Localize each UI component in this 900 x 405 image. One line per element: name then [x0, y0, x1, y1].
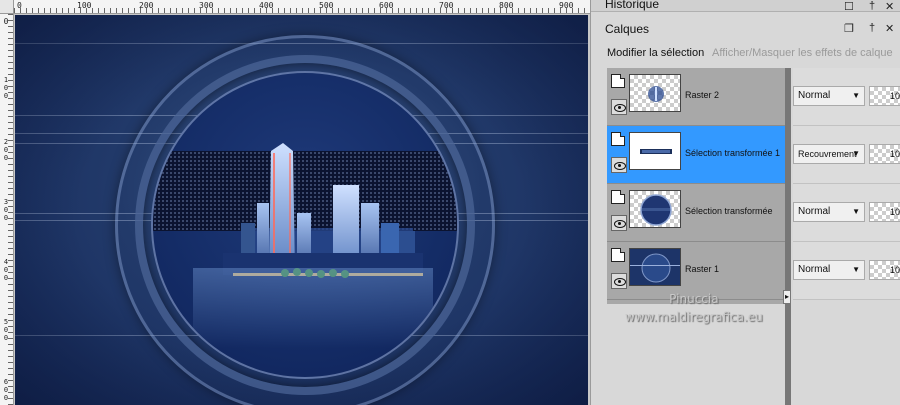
layer-blend-controls: Normal ▼ 10: [793, 242, 900, 300]
ruler-v-label: 300: [3, 198, 9, 222]
ruler-h-label: 900: [559, 1, 574, 10]
ruler-v-label: 100: [3, 76, 9, 100]
ruler-v-label: 200: [3, 138, 9, 162]
ruler-h-label: 0: [17, 1, 22, 10]
blend-mode-value: Normal: [798, 206, 831, 217]
ruler-v-label: 0: [3, 17, 9, 26]
chevron-down-icon: ▼: [852, 207, 860, 216]
layer-thumbnail: [629, 248, 681, 286]
ruler-v-label: 600: [3, 378, 9, 402]
blend-mode-select[interactable]: Normal ▼: [793, 260, 865, 280]
layer-blend-controls: Normal ▼ 10: [793, 68, 900, 126]
eye-icon[interactable]: [611, 273, 627, 289]
eye-icon[interactable]: [611, 215, 627, 231]
ruler-h-label: 700: [439, 1, 454, 10]
opacity-field[interactable]: 10: [869, 144, 900, 164]
watermark-line-2: www.maldiregrafica.eu: [625, 310, 763, 324]
layer-name: Raster 2: [685, 90, 720, 100]
layer-type-icon: [611, 248, 625, 262]
layer-name: Sélection transformée: [685, 206, 773, 216]
layer-row-selection-transformee-1[interactable]: Sélection transformée 1: [607, 126, 785, 184]
layers-list: Raster 2 Sélection transformée 1 Sélecti…: [607, 68, 785, 304]
layer-row-selection-transformee[interactable]: Sélection transformée: [607, 184, 785, 242]
history-panel-header[interactable]: Historique ☐ † ✕: [591, 0, 900, 13]
history-title: Historique: [605, 0, 660, 11]
layer-name: Sélection transformée 1: [685, 148, 781, 158]
close-icon[interactable]: ✕: [885, 0, 894, 13]
layers-scrollbar[interactable]: [785, 68, 791, 405]
watermark: Pinuccia www.maldiregrafica.eu: [625, 290, 763, 326]
ruler-vertical: 0 100 200 300 400 500 600: [0, 14, 14, 405]
layer-type-icon: [611, 74, 625, 88]
layer-row-raster-2[interactable]: Raster 2: [607, 68, 785, 126]
layer-thumbnail: [629, 190, 681, 228]
modify-selection-button[interactable]: Modifier la sélection: [607, 47, 704, 59]
layer-thumbnail: [629, 132, 681, 170]
layer-thumbnail: [629, 74, 681, 112]
restore-icon[interactable]: ☐: [844, 0, 854, 13]
toggle-layer-effects-button[interactable]: Afficher/Masquer les effets de calque: [712, 47, 893, 59]
ruler-h-label: 100: [77, 1, 92, 10]
opacity-field[interactable]: 10: [869, 202, 900, 222]
layer-type-icon: [611, 132, 625, 146]
blend-mode-value: Normal: [798, 264, 831, 275]
chevron-down-icon: ▼: [852, 149, 860, 158]
circular-frame: [151, 71, 459, 379]
water-reflection: [193, 268, 433, 348]
ruler-h-label: 600: [379, 1, 394, 10]
float-icon[interactable]: ❐: [844, 22, 854, 35]
layer-blend-controls: Recouvrement ▼ 10: [793, 126, 900, 184]
eye-icon[interactable]: [611, 157, 627, 173]
ruler-h-label: 300: [199, 1, 214, 10]
blend-mode-value: Normal: [798, 90, 831, 101]
opacity-field[interactable]: 10: [869, 86, 900, 106]
scroll-arrow-icon[interactable]: ▸: [783, 290, 791, 304]
layer-blend-controls: Normal ▼ 10: [793, 184, 900, 242]
ruler-v-label: 500: [3, 318, 9, 342]
watermark-line-1: Pinuccia: [669, 292, 719, 306]
pin-icon[interactable]: †: [869, 22, 875, 34]
canvas-area[interactable]: 0 100 200 300 400 500 600 700 800 900 0 …: [0, 0, 590, 405]
blend-mode-value: Recouvrement: [798, 149, 857, 159]
document-image[interactable]: [15, 15, 588, 405]
eye-icon[interactable]: [611, 99, 627, 115]
ruler-horizontal: 0 100 200 300 400 500 600 700 800 900: [14, 0, 590, 14]
layer-name: Raster 1: [685, 264, 720, 274]
right-panels: Historique ☐ † ✕ Calques ❐ † ✕ Modifier …: [590, 0, 900, 405]
chevron-down-icon: ▼: [852, 91, 860, 100]
ruler-corner: [0, 0, 14, 14]
chevron-down-icon: ▼: [852, 265, 860, 274]
pin-icon[interactable]: †: [869, 0, 875, 12]
layers-title: Calques: [605, 22, 650, 36]
layers-panel-header[interactable]: Calques ❐ † ✕: [591, 16, 900, 42]
blend-mode-select[interactable]: Normal ▼: [793, 202, 865, 222]
close-icon[interactable]: ✕: [885, 22, 894, 35]
ruler-h-label: 500: [319, 1, 334, 10]
opacity-field[interactable]: 10: [869, 260, 900, 280]
ruler-h-label: 400: [259, 1, 274, 10]
blend-mode-select[interactable]: Recouvrement ▼: [793, 144, 865, 164]
layer-type-icon: [611, 190, 625, 204]
ruler-h-label: 800: [499, 1, 514, 10]
blend-mode-select[interactable]: Normal ▼: [793, 86, 865, 106]
layers-toolbar: Modifier la sélection Afficher/Masquer l…: [591, 44, 900, 66]
ruler-h-label: 200: [139, 1, 154, 10]
ruler-v-label: 400: [3, 258, 9, 282]
